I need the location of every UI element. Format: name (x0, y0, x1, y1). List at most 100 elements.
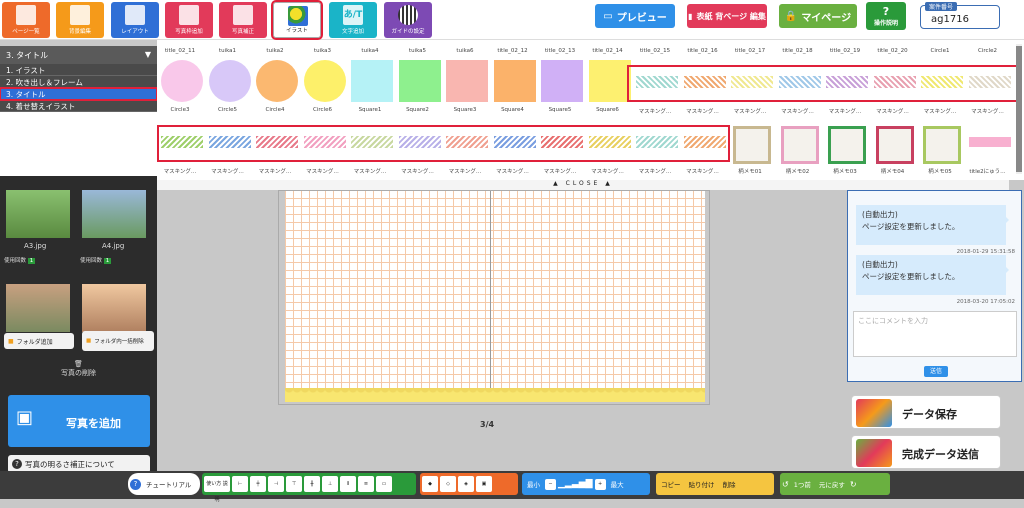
photo-thumbnail[interactable] (82, 284, 146, 332)
title-ribbon-illustration[interactable] (968, 137, 1011, 147)
zoom-out-icon[interactable]: − (545, 478, 556, 490)
send-back-icon[interactable]: ▣ (476, 476, 492, 492)
category-item-balloon-frame[interactable]: 2. 吹き出し＆フレーム (0, 76, 157, 88)
palette-item-label: Square3 (453, 107, 477, 113)
category-item-illustration[interactable]: 1. イラスト (0, 64, 157, 76)
distribute-h-icon[interactable]: ⫴ (340, 476, 356, 492)
palette-item-label: マスキング… (923, 109, 957, 115)
trash-icon: 🗑 (74, 360, 83, 368)
question-icon: ? (130, 478, 141, 490)
monitor-icon: ▭ (603, 10, 613, 22)
delete-photo-button[interactable]: 🗑 写真の削除 (0, 360, 157, 378)
photo-thumbnail[interactable] (82, 190, 146, 238)
palette-item-label: tuika1 (218, 48, 237, 54)
align-center-icon[interactable]: ╪ (250, 476, 266, 492)
palette-item-label: マスキング… (258, 169, 292, 175)
album-page-canvas[interactable] (285, 190, 705, 402)
memo-frame-illustration[interactable] (923, 126, 961, 164)
undo-button[interactable]: 1つ前 (791, 479, 814, 489)
close-palette-button[interactable]: ▲ CLOSE ▲ (157, 180, 1009, 190)
paste-button[interactable]: 貼り付け (686, 479, 718, 489)
palette-item-label: マスキング… (591, 169, 624, 175)
case-number-label: 案件番号 (925, 2, 958, 11)
send-backward-icon[interactable]: ◈ (458, 476, 474, 492)
save-data-button[interactable]: データ保存 (851, 395, 1001, 429)
usage-count: 使用回数 1 (4, 258, 36, 264)
palette-item-label: マスキング… (686, 109, 719, 115)
delete-button[interactable]: 削除 (720, 479, 739, 489)
align-left-icon[interactable]: ⊢ (232, 476, 248, 492)
usage-guide-button[interactable]: 使い方 説明 (204, 476, 230, 503)
palette-item-label: tuika2 (266, 48, 284, 54)
square-illustration[interactable] (446, 60, 488, 102)
comment-input[interactable]: ここにコメントを入力 (853, 311, 1017, 357)
align-middle-icon[interactable]: ╫ (304, 476, 320, 492)
send-button[interactable]: 送信 (924, 366, 948, 377)
align-right-icon[interactable]: ⊣ (268, 476, 284, 492)
submit-data-button[interactable]: 完成データ送信 (851, 435, 1001, 469)
book-icon: ▮ (688, 11, 693, 21)
photo-thumbnail[interactable] (6, 284, 70, 332)
palette-item-label: title_02_14 (592, 48, 623, 54)
page-list-button[interactable]: ページ一覧 (2, 2, 50, 38)
align-top-icon[interactable]: ⊤ (286, 476, 302, 492)
square-illustration[interactable] (541, 60, 583, 102)
photo-thumbnail[interactable] (6, 190, 70, 238)
circle-illustration[interactable] (303, 60, 346, 102)
palette-item-label: 柄メモ03 (833, 169, 857, 175)
preview-button[interactable]: ▭ プレビュー (595, 4, 675, 28)
photo-correct-button[interactable]: 写真補正 (219, 2, 267, 38)
same-size-icon[interactable]: ▭ (376, 476, 392, 492)
mypage-button[interactable]: 🔒 マイページ (779, 4, 857, 28)
zoom-max-button[interactable]: 最大 (608, 479, 627, 489)
add-text-button[interactable]: あ/T 文字追加 (329, 2, 377, 38)
square-illustration[interactable] (398, 60, 441, 102)
align-bottom-icon[interactable]: ⊥ (322, 476, 338, 492)
background-edit-button[interactable]: 背景編集 (56, 2, 104, 38)
square-illustration[interactable] (351, 60, 393, 102)
add-photo-button[interactable]: ▣ 写真を追加 (8, 395, 150, 447)
palette-item-label: 柄メモ05 (928, 169, 952, 175)
redo-button[interactable]: 元に戻す (816, 479, 848, 489)
square-illustration[interactable] (493, 60, 536, 102)
undo-icon: ↺ (782, 479, 789, 489)
palette-scrollbar[interactable] (1016, 44, 1022, 174)
folder-delete-button[interactable]: ■ フォルダ内一括削除 (82, 331, 154, 351)
help-button[interactable]: ? 操作説明 (866, 2, 906, 30)
page-spine (490, 190, 491, 402)
circle-illustration[interactable] (256, 60, 298, 102)
folder-add-button[interactable]: ■ フォルダ追加 (4, 333, 74, 349)
folder-icon: ■ (86, 338, 92, 344)
category-item-title[interactable]: 3. タイトル (0, 87, 158, 101)
tutorial-button[interactable]: ? チュートリアル (128, 473, 200, 495)
distribute-v-icon[interactable]: ≡ (358, 476, 374, 492)
category-dropdown[interactable]: 3. タイトル ▼ (0, 46, 157, 64)
bring-front-icon[interactable]: ◆ (422, 476, 438, 492)
illustration-icon (288, 6, 308, 26)
zoom-in-icon[interactable]: + (594, 478, 606, 490)
memo-frame-illustration[interactable] (733, 126, 771, 164)
palette-item-label: マスキング… (781, 109, 814, 115)
palette-item-label: マスキング… (211, 169, 244, 175)
photo-correct-icon (233, 5, 253, 25)
bring-forward-icon[interactable]: ◇ (440, 476, 456, 492)
memo-frame-illustration[interactable] (828, 126, 866, 164)
palette-item-label: Circle4 (265, 107, 285, 113)
memo-frame-illustration[interactable] (875, 126, 914, 164)
square-illustration[interactable] (588, 60, 631, 102)
circle-illustration[interactable] (161, 60, 203, 102)
zoom-min-button[interactable]: 最小 (524, 479, 543, 489)
copy-button[interactable]: コピー (658, 479, 684, 489)
grid-guide-icon (398, 5, 418, 25)
text-icon: あ/T (343, 5, 363, 25)
illustration-button[interactable]: イラスト (271, 0, 323, 40)
top-toolbar: ページ一覧 背景編集 レイアウト 写真枠追加 写真補正 イラスト あ/T 文字追加… (0, 0, 1024, 40)
circle-illustration[interactable] (208, 60, 251, 102)
cover-edit-button[interactable]: ▮ 表紙 背ページ 編集 (687, 4, 767, 28)
add-photo-frame-button[interactable]: 写真枠追加 (165, 2, 213, 38)
layout-button[interactable]: レイアウト (111, 2, 159, 38)
guide-settings-button[interactable]: ガイドの設定 (384, 2, 432, 38)
category-item-dressup[interactable]: 4. 着せ替えイラスト (0, 100, 157, 112)
memo-frame-illustration[interactable] (780, 126, 819, 164)
lace-decoration[interactable] (285, 388, 705, 402)
